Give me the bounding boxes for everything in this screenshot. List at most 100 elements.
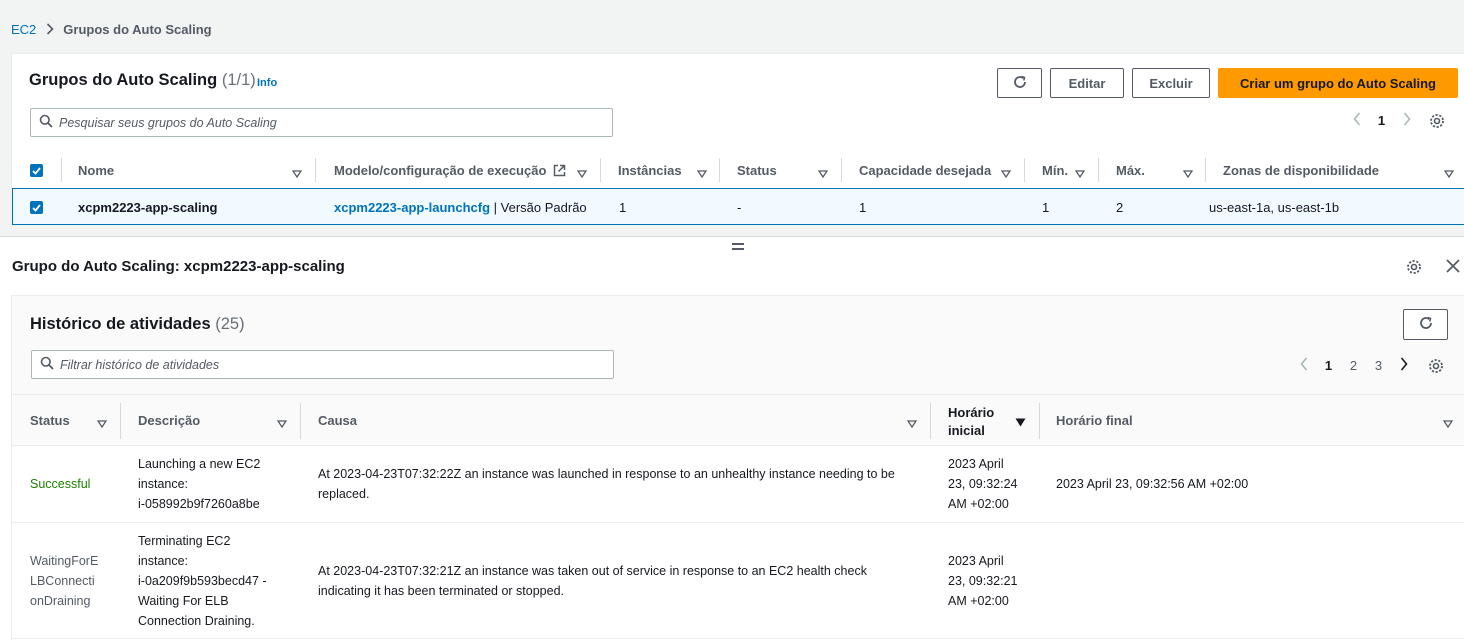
select-all-checkbox[interactable] [30,164,43,177]
desc-line: i-058992b9f7260a8be [138,497,260,511]
history-title: Histórico de atividades (25) [30,315,245,334]
filter-placeholder: Filtrar histórico de atividades [60,357,220,372]
column-header-launch[interactable]: Modelo/configuração de execução [334,163,566,180]
history-page-2[interactable]: 2 [1341,358,1366,373]
split-settings-gear-icon[interactable] [1406,259,1422,278]
launch-config-cell: xcpm2223-app-launchcfg | Versão Padrão [334,200,587,215]
history-refresh-button[interactable] [1403,309,1448,340]
desc-line: Terminating EC2 [138,534,231,548]
refresh-icon [1012,74,1028,93]
column-divider [600,158,601,182]
sort-caret-icon[interactable] [1074,166,1086,181]
close-icon[interactable] [1446,259,1460,276]
chevron-left-icon[interactable] [1291,357,1316,374]
column-header-instances[interactable]: Instâncias [618,163,682,178]
column-divider [930,403,931,439]
refresh-button[interactable] [997,68,1042,98]
chevron-right-icon [46,23,54,35]
history-status: WaitingForE LBConnecti onDraining [30,551,98,611]
column-divider [1205,158,1206,182]
search-placeholder: Pesquisar seus grupos do Auto Scaling [59,115,277,130]
desc-line: instance: [138,554,189,568]
sort-caret-icon[interactable] [906,416,918,431]
groups-search-input[interactable]: Pesquisar seus grupos do Auto Scaling [30,108,613,137]
column-header-min[interactable]: Mín. [1042,163,1068,178]
auto-scaling-groups-panel: Grupos do Auto Scaling (1/1) Info Editar… [11,53,1464,225]
history-status: Successful [30,477,91,491]
sort-caret-icon[interactable] [96,416,108,431]
history-count: (25) [215,315,245,333]
history-description: Launching a new EC2 instance: i-058992b9… [138,454,260,514]
edit-button[interactable]: Editar [1050,68,1124,98]
cause-line: indicating it has been terminated or sto… [318,584,564,598]
breadcrumb: EC2 Grupos do Auto Scaling [11,20,212,38]
column-header-zones[interactable]: Zonas de disponibilidade [1223,163,1379,178]
history-col-status[interactable]: Status [30,413,70,428]
create-group-button[interactable]: Criar um grupo do Auto Scaling [1218,68,1458,98]
sort-caret-icon[interactable] [1443,166,1455,181]
start-line: 23, 09:32:24 [948,477,1018,491]
info-link[interactable]: Info [257,77,277,89]
history-page-3[interactable]: 3 [1366,358,1391,373]
desc-line: Waiting For ELB [138,594,229,608]
history-col-start[interactable]: Horário inicial [948,404,994,440]
desc-line: Connection Draining. [138,614,255,628]
status-line: onDraining [30,594,91,608]
history-end-time: 2023 April 23, 09:32:56 AM +02:00 [1056,477,1249,491]
start-line: AM +02:00 [948,594,1009,608]
desc-line: i-0a209f9b593becd47 - [138,574,267,588]
history-filter-input[interactable]: Filtrar histórico de atividades [31,350,614,379]
column-header-desired[interactable]: Capacidade desejada [859,163,991,178]
sort-caret-icon[interactable] [1182,166,1194,181]
history-pagination: 1 2 3 [1291,357,1416,374]
desc-line: Launching a new EC2 [138,457,261,471]
history-page-1[interactable]: 1 [1316,358,1341,373]
history-settings-gear-icon[interactable] [1428,358,1444,377]
sort-caret-icon[interactable] [817,166,829,181]
chevron-right-icon[interactable] [1394,112,1419,129]
page-1[interactable]: 1 [1369,113,1394,128]
group-name-link[interactable]: xcpm2223-app-scaling [78,200,217,215]
column-divider [300,403,301,439]
zones-cell: us-east-1a, us-east-1b [1209,200,1340,215]
launch-config-link[interactable]: xcpm2223-app-launchcfg [334,200,490,215]
column-header-max[interactable]: Máx. [1116,163,1145,178]
desc-line: instance: [138,477,189,491]
row-checkbox[interactable] [30,201,43,214]
column-header-launch-label: Modelo/configuração de execução [334,163,547,178]
sort-caret-icon[interactable] [576,166,588,181]
split-panel: Grupo do Auto Scaling: xcpm2223-app-scal… [0,236,1464,640]
status-line: LBConnecti [30,574,95,588]
column-header-name[interactable]: Nome [78,163,114,178]
history-col-cause[interactable]: Causa [318,413,357,428]
column-header-status[interactable]: Status [737,163,777,178]
chevron-right-icon[interactable] [1391,357,1416,374]
panel-count: (1/1) [221,71,256,89]
history-header: Histórico de atividades (25) Filtrar his… [12,296,1464,394]
sort-caret-icon[interactable] [291,166,303,181]
start-line: AM +02:00 [948,497,1009,511]
history-description: Terminating EC2 instance: i-0a209f9b593b… [138,531,267,631]
column-divider [61,158,62,182]
search-icon [40,356,54,373]
sort-descending-icon[interactable] [1015,415,1026,430]
history-col-description[interactable]: Descrição [138,413,200,428]
sort-caret-icon[interactable] [1000,166,1012,181]
settings-gear-icon[interactable] [1429,113,1445,132]
sort-caret-icon[interactable] [1442,416,1454,431]
instances-cell: 1 [619,200,627,215]
breadcrumb-ec2-link[interactable]: EC2 [11,22,36,37]
chevron-left-icon[interactable] [1344,112,1369,129]
history-row: WaitingForE LBConnecti onDraining Termin… [12,523,1464,639]
resize-handle-icon[interactable] [732,243,744,253]
sort-caret-icon[interactable] [696,166,708,181]
column-divider [315,158,316,182]
sort-caret-icon[interactable] [276,416,288,431]
launch-config-version: | Versão Padrão [493,200,587,215]
cause-line: At 2023-04-23T07:32:22Z an instance was … [318,467,895,481]
history-col-end[interactable]: Horário final [1056,413,1133,428]
cause-line: At 2023-04-23T07:32:21Z an instance was … [318,564,867,578]
history-row: Successful Launching a new EC2 instance:… [12,446,1464,523]
delete-button[interactable]: Excluir [1132,68,1210,98]
start-line: 23, 09:32:21 [948,574,1018,588]
